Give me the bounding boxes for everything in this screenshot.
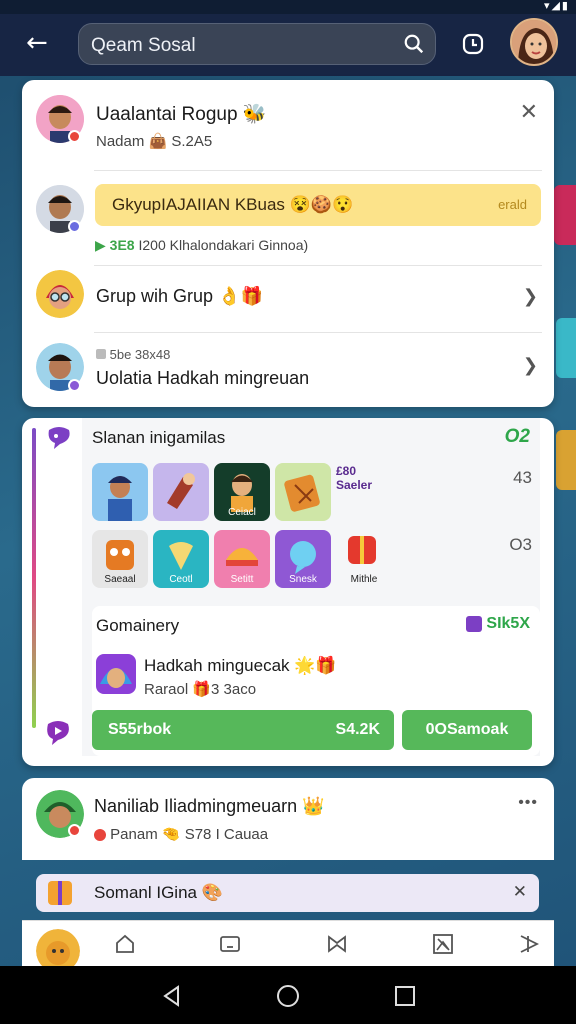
system-nav-bar bbox=[0, 966, 576, 1024]
side-decoration bbox=[554, 185, 576, 245]
game-tile[interactable] bbox=[92, 463, 148, 521]
play-icon: ▶ bbox=[95, 237, 106, 253]
section-title: Slanan inigamilas bbox=[92, 428, 226, 447]
row-count: O3 bbox=[509, 535, 532, 554]
recents-icon[interactable] bbox=[393, 984, 417, 1008]
post-title: Naniliab Iliadmingmeuarn 👑 bbox=[94, 796, 325, 816]
more-options-icon[interactable]: ••• bbox=[518, 794, 538, 812]
group-banner[interactable]: GkyupIAJAIIAN KBuas 😵🍪😯 erald bbox=[95, 184, 541, 226]
group-title: Grup wih Grup 👌🎁 bbox=[96, 286, 263, 306]
section-badge: O2 bbox=[504, 426, 530, 447]
game-tile[interactable]: Ceiacl bbox=[214, 463, 270, 521]
game-tile[interactable]: Mithle bbox=[336, 530, 392, 588]
close-icon[interactable]: ✕ bbox=[520, 100, 538, 125]
avatar bbox=[36, 270, 84, 318]
game-tile[interactable]: Saeaal bbox=[92, 530, 148, 588]
chat-bubble-icon bbox=[46, 426, 72, 450]
history-icon[interactable] bbox=[461, 32, 485, 56]
game-tile[interactable]: Snesk bbox=[275, 530, 331, 588]
game-thumbnail bbox=[96, 654, 136, 694]
list-item[interactable]: 5be 38x48 Uolatia Hadkah mingreuan ❯ bbox=[22, 333, 554, 407]
search-icon[interactable] bbox=[403, 33, 425, 55]
banner-side-text: erald bbox=[498, 197, 527, 212]
primary-action-button[interactable]: S55rbok S4.2K bbox=[92, 710, 394, 750]
game-tile[interactable]: Setitt bbox=[214, 530, 270, 588]
group-meta: 5be 38x48 bbox=[96, 347, 170, 362]
live-icon bbox=[94, 829, 106, 842]
game-subcard: Gomainery SIk5X Hadkah minguecak 🌟🎁 Rara… bbox=[92, 606, 540, 756]
banner-title: GkyupIAJAIIAN KBuas 😵🍪😯 bbox=[112, 195, 354, 214]
group-meta: Nadam 👜 S.2A5 bbox=[96, 133, 213, 150]
tile-label: Snesk bbox=[289, 574, 317, 585]
notification-banner[interactable]: Somanl IGina 🎨 ✕ bbox=[36, 874, 539, 912]
tile-label: Ceiacl bbox=[228, 507, 256, 518]
play-icon[interactable] bbox=[518, 933, 540, 955]
dice-icon bbox=[465, 615, 482, 632]
tile-label: Ceotl bbox=[169, 574, 193, 585]
home-button-icon[interactable] bbox=[276, 984, 300, 1008]
status-badge bbox=[68, 130, 81, 143]
games-card: Slanan inigamilas O2 Ceiacl £80 Saeler 4… bbox=[22, 418, 554, 766]
bookmark-icon[interactable] bbox=[326, 933, 348, 955]
close-icon[interactable]: ✕ bbox=[513, 882, 527, 902]
search-input-text: Qeam Sosal bbox=[91, 35, 196, 56]
gift-icon bbox=[48, 881, 72, 905]
subcard-title: Gomainery bbox=[96, 616, 180, 635]
tile-label: Setitt bbox=[230, 574, 254, 585]
home-icon[interactable] bbox=[114, 933, 136, 955]
post-meta: Panam 🤏 S78 I Cauaa bbox=[94, 825, 268, 843]
game-tile[interactable] bbox=[275, 463, 331, 521]
tile-label: Saeaal bbox=[104, 574, 136, 585]
accent-bar bbox=[32, 428, 36, 728]
profile-avatar[interactable] bbox=[510, 18, 558, 66]
secondary-action-button[interactable]: 0OSamoak bbox=[402, 710, 532, 750]
game-tile[interactable] bbox=[153, 463, 209, 521]
status-badge bbox=[68, 824, 81, 837]
subcard-item-meta: Raraol 🎁3 3aco bbox=[144, 681, 257, 698]
gift-icon bbox=[348, 536, 376, 564]
tablet-icon[interactable] bbox=[219, 933, 241, 955]
subcard-item-title: Hadkah minguecak 🌟🎁 bbox=[144, 656, 337, 675]
video-bubble-icon[interactable] bbox=[44, 718, 72, 746]
row-count: 43 bbox=[513, 468, 532, 487]
side-decoration bbox=[556, 318, 576, 378]
notification-text: Somanl IGina 🎨 bbox=[94, 883, 223, 902]
group-title: Uaalantai Rogup 🐝 bbox=[96, 104, 267, 125]
row-side-text: £80 Saeler bbox=[336, 464, 373, 492]
top-bar: ← Qeam Sosal bbox=[0, 14, 576, 76]
group-meta: ▶ 3E8 I200 Klhalondakari Ginnoa) bbox=[95, 237, 309, 253]
back-icon[interactable] bbox=[160, 984, 184, 1008]
chevron-right-icon: ❯ bbox=[522, 355, 538, 376]
status-bar: ▾◢▮ bbox=[0, 0, 576, 14]
chevron-right-icon: ❯ bbox=[522, 286, 538, 307]
subcard-badge: SIk5X bbox=[465, 615, 530, 633]
group-title: Uolatia Hadkah mingreuan bbox=[96, 368, 310, 388]
list-item[interactable]: Uaalantai Rogup 🐝 Nadam 👜 S.2A5 ✕ bbox=[22, 80, 554, 170]
status-icons: ▾◢▮ bbox=[543, 0, 570, 12]
side-decoration bbox=[556, 430, 576, 490]
search-input[interactable]: Qeam Sosal bbox=[78, 23, 436, 65]
back-arrow-icon[interactable]: ← bbox=[26, 28, 56, 58]
tile-label: Mithle bbox=[350, 574, 378, 585]
group-list-card: Uaalantai Rogup 🐝 Nadam 👜 S.2A5 ✕ GkyupI… bbox=[22, 80, 554, 407]
image-icon[interactable] bbox=[432, 933, 454, 955]
status-badge bbox=[68, 379, 81, 392]
list-item[interactable]: Grup wih Grup 👌🎁 ❯ bbox=[22, 266, 554, 332]
group-post-card[interactable]: Naniliab Iliadmingmeuarn 👑 Panam 🤏 S78 I… bbox=[22, 778, 554, 860]
bottom-nav bbox=[22, 920, 554, 973]
game-tile[interactable]: Ceotl bbox=[153, 530, 209, 588]
status-badge bbox=[68, 220, 81, 233]
tag-icon bbox=[96, 349, 106, 359]
